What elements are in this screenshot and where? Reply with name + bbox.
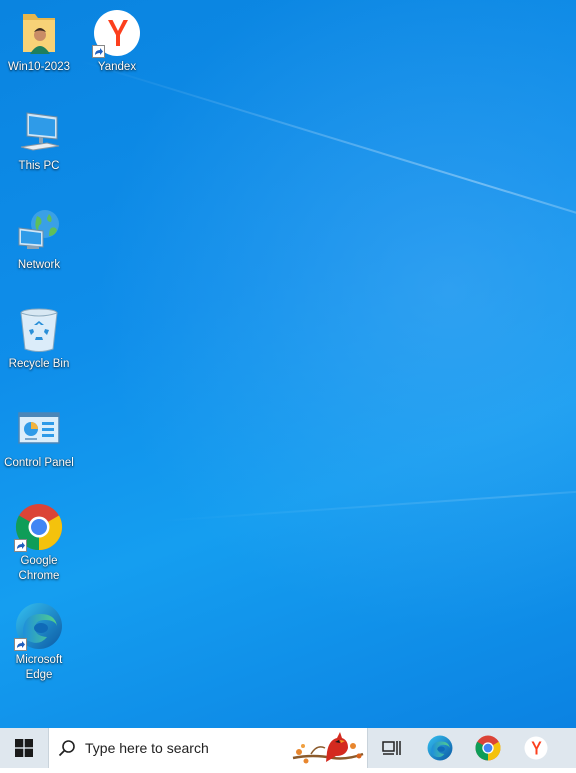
desktop-icon-recycle-bin[interactable]: Recycle Bin: [1, 305, 77, 372]
desktop-icon-label: Control Panel: [4, 457, 74, 469]
recycle-bin-icon: [14, 305, 64, 355]
computer-icon: [14, 107, 64, 157]
shortcut-arrow-icon: [14, 539, 27, 552]
task-view-button[interactable]: [368, 728, 416, 768]
chrome-icon: [14, 502, 64, 552]
cardinal-bird-icon: [291, 728, 365, 768]
desktop-icon-label: Recycle Bin: [8, 358, 70, 370]
desktop-icon-label: Yandex: [97, 61, 137, 73]
edge-icon: [427, 735, 453, 761]
edge-icon: [14, 601, 64, 651]
desktop-icon-yandex[interactable]: Yandex: [79, 8, 155, 75]
wallpaper-light-streak: [159, 483, 576, 522]
desktop-icon-control-panel[interactable]: Control Panel: [1, 404, 77, 471]
desktop-icon-user-folder[interactable]: Win10-2023: [1, 8, 77, 75]
network-icon: [14, 206, 64, 256]
taskbar-edge-button[interactable]: [416, 728, 464, 768]
desktop-icon-microsoft-edge[interactable]: Microsoft Edge: [1, 601, 77, 683]
desktop[interactable]: Win10-2023 Yandex This PC Network Recycl…: [0, 0, 576, 728]
desktop-icon-label: Microsoft Edge: [15, 654, 63, 681]
chrome-icon: [475, 735, 501, 761]
task-view-icon: [382, 741, 401, 755]
taskbar-chrome-button[interactable]: [464, 728, 512, 768]
desktop-icon-label: Network: [17, 259, 61, 271]
search-icon: [49, 739, 85, 757]
desktop-icon-label: This PC: [18, 160, 60, 172]
search-placeholder: Type here to search: [85, 740, 209, 756]
shortcut-arrow-icon: [14, 638, 27, 651]
desktop-icon-label: Google Chrome: [18, 555, 60, 582]
wallpaper-light-streak: [79, 60, 576, 267]
desktop-icon-network[interactable]: Network: [1, 206, 77, 273]
user-folder-icon: [14, 8, 64, 58]
yandex-icon: [92, 8, 142, 58]
start-button[interactable]: [0, 728, 48, 768]
windows-logo-icon: [15, 739, 33, 757]
yandex-icon: [524, 736, 548, 760]
taskbar: Type here to search: [0, 728, 576, 768]
shortcut-arrow-icon: [92, 45, 105, 58]
desktop-icon-this-pc[interactable]: This PC: [1, 107, 77, 174]
taskbar-search-box[interactable]: Type here to search: [48, 728, 368, 768]
control-panel-icon: [14, 404, 64, 454]
taskbar-yandex-button[interactable]: [512, 728, 560, 768]
desktop-icon-label: Win10-2023: [7, 61, 70, 73]
desktop-icon-google-chrome[interactable]: Google Chrome: [1, 502, 77, 584]
